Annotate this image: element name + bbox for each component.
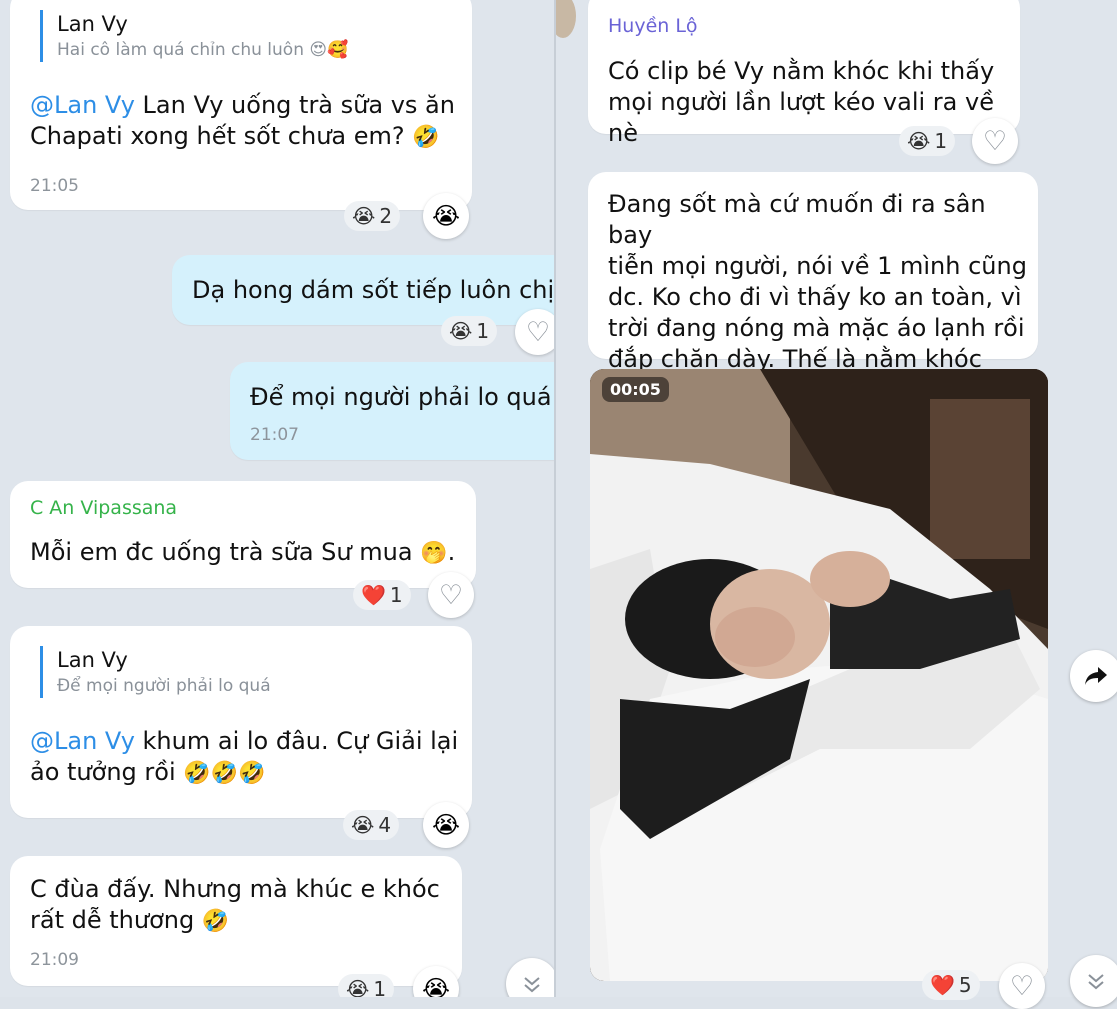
emoji: 🤣🤣🤣 (183, 761, 266, 786)
message-bubble-outgoing[interactable]: Dạ hong dám sốt tiếp luôn chị (172, 255, 554, 325)
heart-outline-icon: ♡ (525, 316, 551, 348)
message-time: 21:05 (30, 176, 79, 196)
crying-emoji-icon: 😭 (421, 975, 451, 997)
avatar[interactable] (556, 0, 576, 38)
message-bubble[interactable]: Lan Vy Để mọi người phải lo quá @Lan Vy … (10, 626, 472, 818)
message-text: Mỗi em đc uống trà sữa Sư mua 🤭. (30, 538, 456, 566)
quote-text: Để mọi người phải lo quá (57, 676, 271, 696)
message-bubble[interactable]: C đùa đấy. Nhưng mà khúc e khóc rất dễ th… (10, 856, 462, 986)
message-text: Đang sốt mà cứ muốn đi ra sân bay tiễn mọ… (608, 190, 1027, 373)
like-button[interactable]: ♡ (972, 118, 1018, 164)
video-duration: 00:05 (602, 377, 669, 402)
reaction-count[interactable]: ❤️ 1 (353, 580, 411, 610)
quote-text: Hai cô làm quá chỉn chu luôn (57, 40, 304, 60)
reaction-count[interactable]: 😭 1 (441, 316, 498, 346)
video-thumbnail (590, 369, 1048, 981)
heart-outline-icon: ♡ (982, 125, 1008, 157)
reply-quote[interactable]: Lan Vy Hai cô làm quá chỉn chu luôn 😍🥰 (40, 10, 348, 62)
heart-emoji: ❤️ (361, 583, 386, 607)
emoji: 🤣 (201, 909, 230, 934)
reaction-button[interactable]: 😭 (423, 193, 469, 239)
sender-name[interactable]: C An Vipassana (30, 496, 177, 520)
quote-emoji: 😍🥰 (309, 40, 349, 60)
scroll-down-button[interactable] (1070, 955, 1117, 1007)
message-time: 21:07 (250, 425, 299, 445)
crying-emoji: 😭 (907, 129, 931, 153)
message-bubble[interactable]: C An Vipassana Mỗi em đc uống trà sữa Sư… (10, 481, 476, 588)
message-text: Để mọi người phải lo quá (250, 383, 552, 411)
crying-emoji-icon: 😭 (431, 811, 461, 839)
message-bubble[interactable]: Huyền Lộ Có clip bé Vy nằm khóc khi thấy… (588, 0, 1020, 147)
message-text: @Lan Vy Lan Vy uống trà sữa vs ăn Chapati… (30, 91, 455, 150)
quote-sender: Lan Vy (57, 12, 128, 36)
message-text: @Lan Vy khum ai lo đâu. Cự Giải lại ảo tư… (30, 727, 459, 786)
message-bubble-outgoing[interactable]: Để mọi người phải lo quá 21:07 (230, 362, 554, 460)
crying-emoji: 😭 (449, 319, 473, 343)
reaction-count[interactable]: 😭 1 (899, 126, 956, 156)
crying-emoji: 😭 (346, 977, 370, 997)
reply-quote[interactable]: Lan Vy Để mọi người phải lo quá (40, 646, 271, 698)
share-arrow-icon (1085, 667, 1107, 685)
sender-name[interactable]: Huyền Lộ (608, 14, 698, 38)
scroll-down-button[interactable] (506, 958, 554, 997)
video-message[interactable]: 00:05 (590, 369, 1048, 981)
reaction-button[interactable]: 😭 (423, 802, 469, 848)
emoji: 🤣 (412, 125, 440, 150)
heart-emoji: ❤️ (930, 973, 955, 997)
message-text: C đùa đấy. Nhưng mà khúc e khóc rất dễ th… (30, 875, 440, 934)
mention-link[interactable]: @Lan Vy (30, 727, 135, 755)
like-button[interactable]: ♡ (428, 572, 474, 618)
message-bubble[interactable]: Đang sốt mà cứ muốn đi ra sân bay tiễn mọ… (588, 172, 1038, 373)
reaction-count[interactable]: 😭 4 (343, 810, 400, 840)
heart-outline-icon: ♡ (438, 579, 464, 611)
message-time: 21:09 (30, 950, 79, 970)
chat-pane-left: Lan Vy Hai cô làm quá chỉn chu luôn 😍🥰 @… (0, 0, 554, 997)
like-button[interactable]: ♡ (515, 309, 554, 355)
reaction-count[interactable]: 😭 1 (338, 974, 395, 997)
quote-sender: Lan Vy (57, 648, 128, 672)
mention-link[interactable]: @Lan Vy (30, 91, 135, 119)
like-button[interactable]: ♡ (999, 963, 1045, 1009)
emoji: 🤭 (420, 541, 448, 566)
crying-emoji: 😭 (352, 204, 376, 228)
heart-outline-icon: ♡ (1009, 970, 1035, 1002)
chevron-double-down-icon (1088, 974, 1104, 990)
chevron-double-down-icon (524, 977, 540, 993)
message-text: Dạ hong dám sốt tiếp luôn chị (192, 276, 554, 304)
crying-emoji-icon: 😭 (431, 202, 461, 230)
share-button[interactable] (1070, 650, 1117, 702)
reaction-count[interactable]: ❤️ 5 (922, 970, 980, 1000)
reaction-count[interactable]: 😭 2 (344, 201, 401, 231)
crying-emoji: 😭 (351, 813, 375, 837)
message-bubble[interactable]: Lan Vy Hai cô làm quá chỉn chu luôn 😍🥰 @… (10, 0, 472, 210)
